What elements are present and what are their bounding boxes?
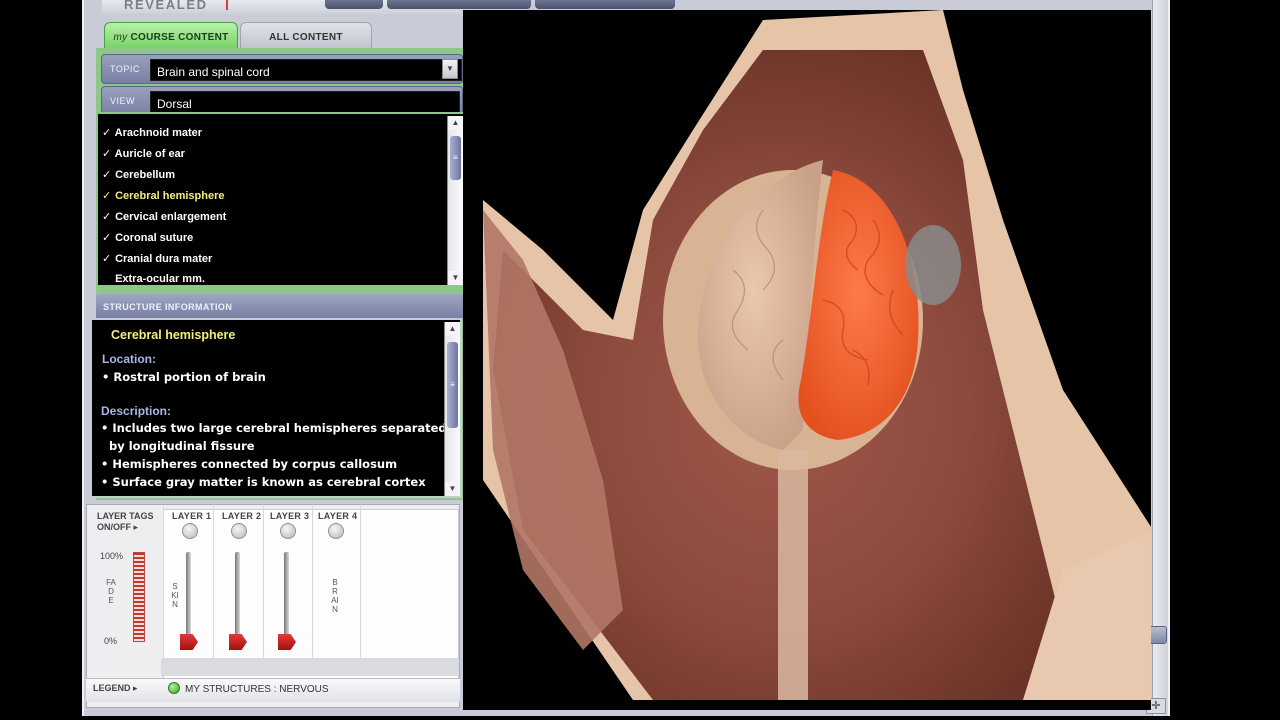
view-label: VIEW [110, 96, 136, 106]
structure-list: ✓ Arachnoid mater ✓ Auricle of ear ✓ Cer… [96, 112, 465, 287]
description-line: • Surface gray matter is known as cerebr… [101, 475, 426, 489]
layer-4-name: BRAIN [331, 578, 339, 614]
layer-4-label: LAYER 4 [318, 511, 358, 521]
layer-tags-toggle[interactable]: LAYER TAGS ON/OFF ▸ [97, 511, 154, 533]
top-menu-button[interactable] [325, 0, 383, 9]
chevron-right-icon: ▸ [133, 522, 139, 532]
tab-label: ALL CONTENT [269, 32, 343, 43]
dissection-image [483, 10, 1151, 700]
list-item[interactable]: Extra-ocular mm. [102, 273, 205, 293]
list-item-selected[interactable]: ✓ Cerebral hemisphere [102, 189, 225, 209]
check-icon: ✓ [102, 211, 112, 223]
scroll-up-icon[interactable]: ▲ [448, 116, 463, 130]
scroll-thumb[interactable]: ≡ [450, 136, 461, 180]
brand-logo: REVEALED [124, 0, 208, 12]
description-line: • Includes two large cerebral hemisphere… [101, 421, 447, 435]
list-item[interactable]: ✓ Cerebellum [102, 168, 175, 188]
description-heading: Description: [101, 404, 172, 418]
layer-1-toggle[interactable] [182, 523, 198, 539]
layer-3-label: LAYER 3 [270, 511, 310, 521]
layer-2-toggle[interactable] [231, 523, 247, 539]
tab-my-course-content[interactable]: my COURSE CONTENT [104, 22, 238, 50]
top-menu-button[interactable] [387, 0, 531, 9]
layer-3-toggle[interactable] [280, 523, 296, 539]
anatomy-viewer[interactable] [463, 10, 1151, 710]
legend-toggle[interactable]: LEGEND ▸ [93, 683, 138, 694]
layer-4-toggle[interactable] [328, 523, 344, 539]
check-icon: ✓ [102, 148, 112, 160]
topic-row: TOPIC Brain and spinal cord ▼ [101, 54, 463, 84]
check-icon: ✓ [102, 190, 112, 202]
legend-text: MY STRUCTURES : NERVOUS [185, 684, 329, 695]
spinal-cord [778, 450, 808, 700]
eye-region [905, 225, 961, 305]
list-item[interactable]: ✓ Coronal suture [102, 231, 193, 251]
list-item[interactable]: ✓ Cranial dura mater [102, 252, 212, 272]
description-line: by longitudinal fissure [101, 439, 255, 453]
list-scrollbar[interactable]: ▲ ≡ ▼ [447, 116, 463, 285]
layer-columns-area [163, 509, 459, 679]
layer-1-name: SKIN [171, 582, 179, 609]
side-strip [1152, 0, 1168, 716]
scroll-down-icon[interactable]: ▼ [448, 271, 463, 285]
tab-label: COURSE CONTENT [130, 32, 229, 43]
brand-divider [226, 0, 228, 10]
tab-prefix: my [113, 32, 128, 43]
fade-max-label: 100% [100, 551, 124, 561]
fade-label: FADE [106, 578, 116, 605]
layer-1-slider-track [186, 552, 191, 646]
fade-slider[interactable] [133, 552, 145, 642]
tab-all-content[interactable]: ALL CONTENT [240, 22, 372, 50]
layer-scrollbar[interactable] [161, 658, 459, 676]
topic-label: TOPIC [110, 64, 140, 74]
list-item[interactable]: ✓ Auricle of ear [102, 147, 185, 167]
check-icon: ✓ [102, 127, 112, 139]
check-icon: ✓ [102, 169, 112, 181]
layer-2-label: LAYER 2 [222, 511, 262, 521]
location-heading: Location: [102, 352, 156, 366]
info-scrollbar[interactable]: ▲ ≡ ▼ [444, 322, 460, 496]
list-item[interactable]: ✓ Cervical enlargement [102, 210, 226, 230]
view-select[interactable]: Dorsal [150, 91, 460, 113]
topic-select[interactable]: Brain and spinal cord [150, 59, 462, 81]
layer-1-label: LAYER 1 [172, 511, 212, 521]
scroll-thumb[interactable]: ≡ [447, 342, 458, 428]
check-icon: ✓ [102, 232, 112, 244]
chevron-right-icon: ▸ [133, 683, 138, 693]
chevron-down-icon[interactable]: ▼ [442, 59, 458, 79]
structure-info-body: Cerebral hemisphere Location: • Rostral … [90, 318, 462, 498]
legend-status-icon [168, 682, 180, 694]
top-menu-button[interactable] [535, 0, 675, 9]
location-line: • Rostral portion of brain [102, 370, 266, 384]
layer-3-slider-track [284, 552, 289, 646]
description-line: • Hemispheres connected by corpus callos… [101, 457, 398, 471]
list-item[interactable]: ✓ Arachnoid mater [102, 126, 202, 146]
fade-min-label: 0% [104, 636, 118, 646]
scroll-down-icon[interactable]: ▼ [445, 482, 460, 496]
check-icon: ✓ [102, 253, 112, 265]
scroll-up-icon[interactable]: ▲ [445, 322, 460, 336]
structure-info-header: STRUCTURE INFORMATION [96, 294, 464, 318]
structure-title: Cerebral hemisphere [111, 328, 236, 342]
layer-2-slider-track [235, 552, 240, 646]
